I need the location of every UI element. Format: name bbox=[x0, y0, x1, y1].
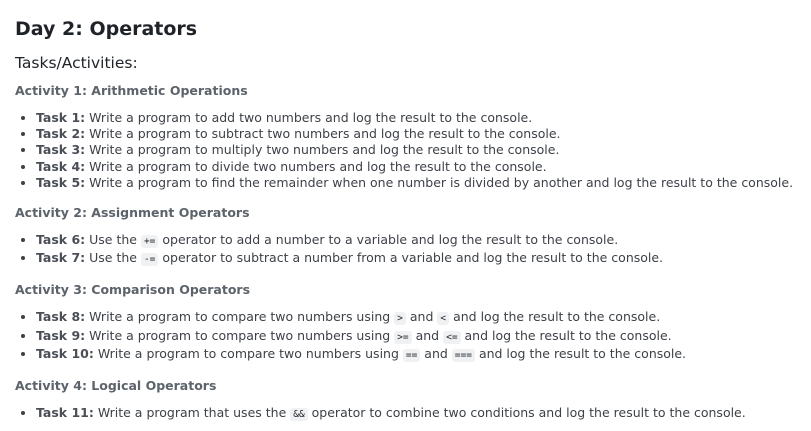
task-label: Task 2: bbox=[36, 126, 86, 142]
task-label: Task 9: bbox=[36, 327, 86, 343]
task-list: Task 1: Write a program to add two numbe… bbox=[15, 110, 811, 191]
task-item: Task 4: Write a program to divide two nu… bbox=[36, 159, 811, 175]
activity-section: Activity 2: Assignment Operators Task 6: … bbox=[15, 203, 811, 268]
task-list: Task 11: Write a program that uses the &… bbox=[15, 405, 811, 423]
task-text: Write a program to compare two numbers u… bbox=[85, 309, 395, 325]
task-text: operator to add a number to a variable a… bbox=[158, 232, 619, 248]
task-list: Task 6: Use the += operator to add a num… bbox=[15, 232, 811, 268]
task-label: Task 7: bbox=[36, 250, 86, 266]
task-text: Use the bbox=[85, 250, 141, 266]
task-text: Write a program to divide two numbers an… bbox=[85, 158, 547, 174]
activities-container: Activity 1: Arithmetic Operations Task 1:… bbox=[15, 81, 811, 423]
task-item: Task 3: Write a program to multiply two … bbox=[36, 142, 811, 158]
page-subtitle: Tasks/Activities: bbox=[15, 54, 138, 72]
task-item: Task 5: Write a program to find the rema… bbox=[36, 175, 811, 191]
inline-code: && bbox=[290, 408, 308, 422]
activity-heading: Activity 3: Comparison Operators bbox=[15, 282, 251, 298]
task-item: Task 9: Write a program to compare two n… bbox=[36, 328, 811, 346]
inline-code: += bbox=[140, 235, 159, 249]
task-text: Write a program to add two numbers and l… bbox=[85, 110, 533, 125]
activity-section: Activity 4: Logical Operators Task 11: Wr… bbox=[15, 376, 811, 423]
task-text: operator to subtract a number from a var… bbox=[158, 250, 664, 266]
task-text: Write a program to subtract two numbers … bbox=[85, 126, 561, 142]
task-item: Task 2: Write a program to subtract two … bbox=[36, 126, 811, 142]
task-text: Use the bbox=[85, 232, 141, 248]
activity-heading: Activity 4: Logical Operators bbox=[15, 378, 217, 394]
task-text: Write a program to compare two numbers u… bbox=[85, 327, 395, 343]
inline-code: <= bbox=[443, 330, 461, 344]
task-label: Task 6: bbox=[36, 232, 86, 248]
task-label: Task 5: bbox=[36, 174, 86, 190]
task-item: Task 7: Use the -= operator to subtract … bbox=[36, 250, 811, 268]
task-label: Task 3: bbox=[36, 142, 86, 158]
task-text: Write a program to find the remainder wh… bbox=[85, 174, 794, 190]
task-text: and log the result to the console. bbox=[460, 327, 672, 343]
task-item: Task 10: Write a program to compare two … bbox=[36, 346, 811, 364]
task-text: Write a program to multiply two numbers … bbox=[85, 142, 560, 158]
task-text: and bbox=[405, 309, 438, 325]
inline-code: > bbox=[394, 312, 406, 326]
task-text: and log the result to the console. bbox=[474, 345, 687, 361]
task-label: Task 10: bbox=[36, 345, 94, 361]
task-text: operator to combine two conditions and l… bbox=[307, 405, 746, 421]
task-label: Task 1: bbox=[36, 110, 86, 125]
activity-section: Activity 1: Arithmetic Operations Task 1:… bbox=[15, 81, 811, 191]
task-text: and bbox=[411, 327, 444, 343]
task-label: Task 8: bbox=[36, 309, 86, 325]
task-label: Task 11: bbox=[36, 405, 94, 421]
task-text: and log the result to the console. bbox=[449, 309, 661, 325]
task-text: Write a program to compare two numbers u… bbox=[93, 345, 403, 361]
activity-heading: Activity 1: Arithmetic Operations bbox=[15, 83, 248, 98]
task-item: Task 11: Write a program that uses the &… bbox=[36, 405, 811, 423]
activity-heading: Activity 2: Assignment Operators bbox=[15, 205, 250, 221]
inline-code: == bbox=[402, 348, 421, 362]
document: Day 2: Operators Tasks/Activities: Activ… bbox=[0, 0, 811, 423]
task-text: Write a program that uses the bbox=[93, 405, 291, 421]
task-text: and bbox=[420, 345, 452, 361]
inline-code: -= bbox=[140, 253, 159, 267]
page-title: Day 2: Operators bbox=[15, 18, 198, 40]
task-label: Task 4: bbox=[36, 158, 86, 174]
task-item: Task 1: Write a program to add two numbe… bbox=[36, 110, 811, 126]
activity-section: Activity 3: Comparison Operators Task 8: … bbox=[15, 280, 811, 364]
task-list: Task 8: Write a program to compare two n… bbox=[15, 309, 811, 364]
inline-code: < bbox=[437, 312, 450, 326]
inline-code: === bbox=[451, 348, 475, 362]
task-item: Task 6: Use the += operator to add a num… bbox=[36, 232, 811, 250]
task-item: Task 8: Write a program to compare two n… bbox=[36, 309, 811, 327]
inline-code: >= bbox=[394, 330, 412, 344]
